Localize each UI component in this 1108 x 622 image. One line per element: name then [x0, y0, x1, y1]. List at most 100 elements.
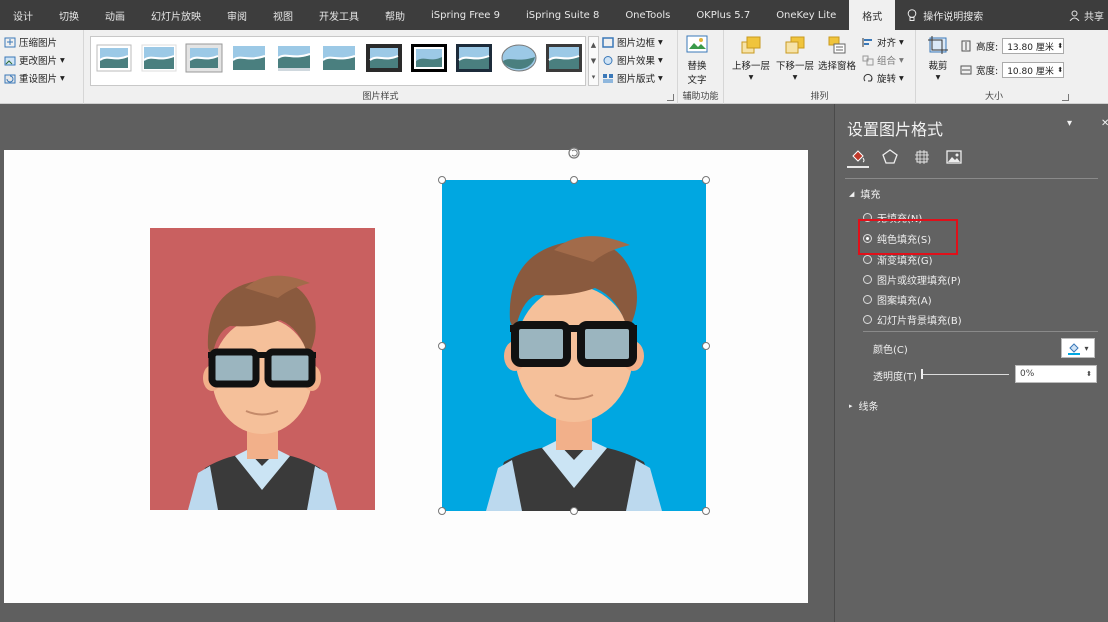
tab-view[interactable]: 视图	[260, 0, 306, 30]
gallery-expand-icon[interactable]: ▾	[589, 69, 598, 85]
fill-section-header[interactable]: ◢ 填充	[849, 186, 880, 202]
tab-okplus[interactable]: OKPlus 5.7	[683, 0, 763, 30]
tell-me-label: 操作说明搜索	[923, 11, 984, 23]
scroll-up-icon[interactable]: ▲	[589, 37, 598, 53]
compress-label: 压缩图片	[19, 38, 58, 49]
tab-picture[interactable]	[943, 146, 965, 168]
chevron-down-icon: ▾	[658, 36, 663, 48]
tab-ispring-free[interactable]: iSpring Free 9	[418, 0, 513, 30]
portrait-image-red[interactable]	[150, 228, 375, 510]
compress-pictures-button[interactable]: 压缩图片	[4, 33, 65, 51]
change-picture-button[interactable]: 更改图片 ▾	[4, 51, 65, 69]
style-thumb[interactable]	[545, 43, 583, 73]
resize-handle[interactable]	[570, 176, 578, 184]
bring-forward-button[interactable]: 上移一层 ▾	[732, 34, 770, 83]
tab-onekey-lite[interactable]: OneKey Lite	[763, 0, 849, 30]
gallery-scroll[interactable]: ▲ ▼ ▾	[588, 36, 599, 86]
paint-bucket-icon	[852, 150, 865, 163]
group-button[interactable]: 组合 ▾	[862, 51, 904, 69]
tab-transitions[interactable]: 切换	[46, 0, 92, 30]
tab-slideshow[interactable]: 幻灯片放映	[138, 0, 214, 30]
alt-text-label: 替换文字	[687, 61, 707, 86]
alt-text-button[interactable]: 替换文字	[685, 34, 709, 86]
style-thumb[interactable]	[500, 43, 538, 73]
resize-handle[interactable]	[570, 507, 578, 515]
tab-effects[interactable]	[879, 146, 901, 168]
tab-help[interactable]: 帮助	[372, 0, 418, 30]
tab-ispring-suite[interactable]: iSpring Suite 8	[513, 0, 612, 30]
group-label: 组合	[877, 56, 897, 67]
radio-dot	[863, 315, 872, 324]
rotate-handle-icon[interactable]	[567, 146, 581, 160]
tab-developer[interactable]: 开发工具	[306, 0, 372, 30]
align-button[interactable]: 对齐 ▾	[862, 33, 904, 51]
radio-picture-fill[interactable]: 图片或纹理填充(P)	[863, 272, 961, 287]
tab-animations[interactable]: 动画	[92, 0, 138, 30]
tell-me-search[interactable]: 操作说明搜索	[895, 0, 983, 30]
send-backward-button[interactable]: 下移一层 ▾	[776, 34, 814, 83]
picture-layout-icon	[603, 73, 613, 83]
person-icon	[1069, 10, 1080, 21]
resize-handle[interactable]	[702, 507, 710, 515]
size-launcher[interactable]	[1062, 94, 1069, 101]
radio-background-fill[interactable]: 幻灯片背景填充(B)	[863, 312, 962, 327]
scroll-down-icon[interactable]: ▼	[589, 53, 598, 69]
close-icon[interactable]: ✕	[1101, 118, 1108, 129]
spin-icon[interactable]: ⬍	[1086, 370, 1092, 378]
style-thumb[interactable]	[365, 43, 403, 73]
resize-handle[interactable]	[438, 507, 446, 515]
height-input[interactable]: 13.80 厘米 ⬍	[1002, 38, 1065, 54]
resize-handle[interactable]	[702, 176, 710, 184]
style-thumb[interactable]	[320, 43, 358, 73]
reset-picture-button[interactable]: 重设图片 ▾	[4, 69, 65, 87]
tab-design[interactable]: 设计	[0, 0, 46, 30]
tab-onetools[interactable]: OneTools	[612, 0, 683, 30]
crop-button[interactable]: 裁剪 ▾	[926, 34, 950, 83]
line-section-header[interactable]: ▸ 线条	[849, 398, 879, 414]
picture-layout-button[interactable]: 图片版式 ▾	[602, 69, 663, 87]
transparency-input[interactable]: 0% ⬍	[1015, 365, 1097, 383]
resize-handle[interactable]	[438, 176, 446, 184]
picture-style-gallery[interactable]	[90, 36, 586, 86]
style-thumb[interactable]	[230, 43, 268, 73]
group-icon	[862, 55, 874, 65]
selection-pane-button[interactable]: 选择窗格	[818, 34, 856, 72]
pane-options-icon[interactable]: ▾	[1067, 118, 1072, 129]
color-row: 颜色(C)	[873, 341, 908, 356]
style-thumb[interactable]	[140, 43, 178, 73]
chevron-down-icon: ▾	[658, 72, 663, 84]
chevron-down-icon: ▾	[60, 72, 65, 84]
style-thumb[interactable]	[410, 43, 448, 73]
style-thumb[interactable]	[455, 43, 493, 73]
tab-fill-line[interactable]	[847, 146, 869, 168]
picture-effects-button[interactable]: 图片效果 ▾	[602, 51, 663, 69]
resize-handle[interactable]	[702, 342, 710, 350]
align-label: 对齐	[877, 38, 897, 49]
transparency-slider[interactable]	[921, 374, 1009, 375]
share-button[interactable]: 共享	[1069, 0, 1108, 30]
slider-thumb[interactable]	[921, 369, 923, 379]
slide[interactable]	[4, 147, 808, 603]
color-label: 颜色(C)	[873, 345, 908, 356]
style-thumb[interactable]	[95, 43, 133, 73]
resize-handle[interactable]	[438, 342, 446, 350]
radio-pattern-fill[interactable]: 图案填充(A)	[863, 292, 932, 307]
width-input[interactable]: 10.80 厘米 ⬍	[1002, 62, 1065, 78]
chevron-down-icon: ▾	[1084, 343, 1089, 353]
spin-icon[interactable]: ⬍	[1057, 42, 1063, 50]
portrait-image-blue[interactable]	[442, 180, 706, 511]
picture-icon	[946, 150, 962, 164]
style-thumb[interactable]	[275, 43, 313, 73]
rotate-button[interactable]: 旋转 ▾	[862, 69, 904, 87]
tab-size-properties[interactable]	[911, 146, 933, 168]
style-thumb[interactable]	[185, 43, 223, 73]
tab-review[interactable]: 审阅	[214, 0, 260, 30]
spin-icon[interactable]: ⬍	[1057, 66, 1063, 74]
selection-pane-label: 选择窗格	[818, 61, 857, 72]
alt-text-icon	[686, 35, 708, 53]
tab-format[interactable]: 格式	[849, 0, 896, 30]
picture-styles-launcher[interactable]	[667, 94, 674, 101]
fill-color-button[interactable]: ▾	[1061, 338, 1095, 358]
transparency-value: 0%	[1020, 369, 1035, 379]
picture-border-button[interactable]: 图片边框 ▾	[602, 33, 663, 51]
